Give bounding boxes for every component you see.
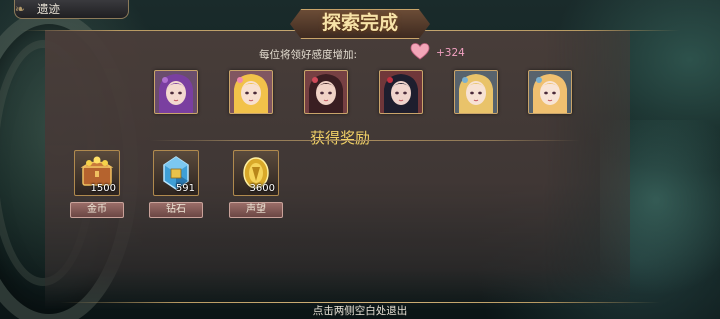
reward-item-prestige[interactable]: 3600 <box>233 150 279 196</box>
character-avatar <box>380 71 422 113</box>
portrait-2[interactable] <box>229 70 273 114</box>
reward-label-gold: 金币 <box>70 202 124 218</box>
affinity-value: +324 <box>436 47 465 59</box>
exit-hint[interactable]: 点击两侧空白处退出 <box>0 303 720 318</box>
rewards-divider <box>150 140 580 141</box>
affinity-label: 每位将领好感度增加: <box>259 49 358 61</box>
character-avatar <box>230 71 272 113</box>
location-tab: ❧ 遗迹 <box>14 0 129 19</box>
reward-count: 1500 <box>90 183 116 194</box>
character-avatar <box>155 71 197 113</box>
reward-label-prestige: 声望 <box>229 202 283 218</box>
portrait-6[interactable] <box>528 70 572 114</box>
portrait-5[interactable] <box>454 70 498 114</box>
character-avatar <box>529 71 571 113</box>
character-avatar <box>305 71 347 113</box>
portrait-4[interactable] <box>379 70 423 114</box>
location-tab-label: 遗迹 <box>37 2 60 16</box>
swirl-icon: ❧ <box>15 2 26 16</box>
reward-count: 591 <box>175 183 195 194</box>
rewards-title: 获得奖励 <box>310 129 371 147</box>
portrait-1[interactable] <box>154 70 198 114</box>
reward-item-diamond[interactable]: 591 <box>153 150 199 196</box>
page-title: 探索完成 <box>321 12 398 34</box>
heart-icon <box>410 43 430 60</box>
reward-count: 3600 <box>249 183 275 194</box>
reward-item-gold[interactable]: 1500 <box>74 150 120 196</box>
character-avatar <box>455 71 497 113</box>
reward-label-diamond: 钻石 <box>149 202 203 218</box>
portrait-3[interactable] <box>304 70 348 114</box>
